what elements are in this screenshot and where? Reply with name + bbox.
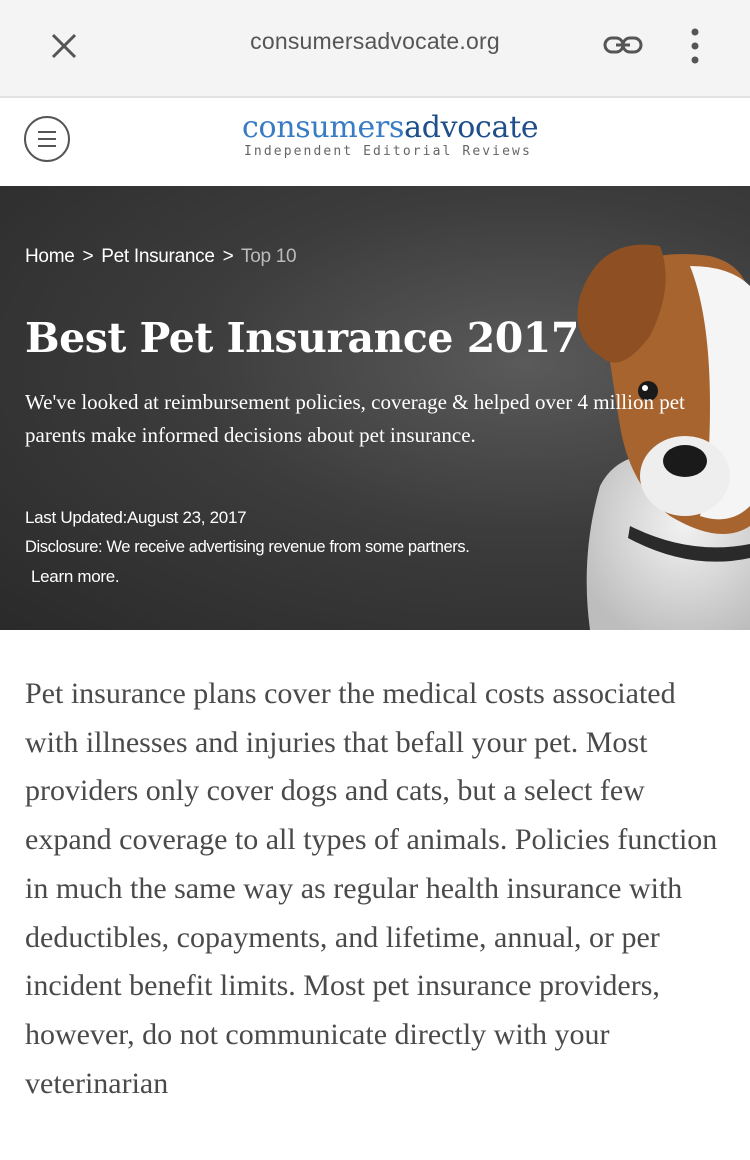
hamburger-menu-icon[interactable] — [24, 116, 70, 162]
browser-toolbar: consumersadvocate.org — [0, 0, 750, 98]
breadcrumb-separator: > — [82, 246, 94, 267]
article-intro-paragraph: Pet insurance plans cover the medical co… — [25, 677, 718, 1100]
site-logo[interactable]: consumersadvocate Independent Editorial … — [242, 110, 562, 159]
last-updated: Last Updated:August 23, 2017 — [25, 508, 247, 527]
breadcrumb-current: Top 10 — [241, 246, 297, 267]
breadcrumb-pet-insurance[interactable]: Pet Insurance — [101, 246, 215, 267]
learn-more-link[interactable]: Learn more. — [31, 567, 120, 587]
breadcrumb-separator: > — [222, 246, 234, 267]
logo-consumers: consumers — [242, 110, 405, 145]
logo-tagline: Independent Editorial Reviews — [244, 144, 532, 159]
logo-advocate: advocate — [404, 110, 539, 145]
hero-banner: Home > Pet Insurance > Top 10 Best Pet I… — [0, 186, 750, 630]
breadcrumb-home[interactable]: Home — [25, 246, 75, 267]
url-bar[interactable]: consumersadvocate.org — [180, 28, 570, 55]
more-vert-icon[interactable] — [680, 24, 710, 68]
site-header: consumersadvocate Independent Editorial … — [0, 98, 750, 186]
close-icon[interactable] — [44, 26, 84, 66]
page-subtitle: We've looked at reimbursement policies, … — [25, 390, 685, 447]
link-icon[interactable] — [602, 28, 644, 64]
article-body: Pet insurance plans cover the medical co… — [25, 670, 725, 1108]
page-title: Best Pet Insurance 2017 — [25, 314, 579, 362]
breadcrumb: Home > Pet Insurance > Top 10 — [25, 246, 297, 268]
disclosure-text: Disclosure: We receive advertising reven… — [25, 538, 470, 556]
